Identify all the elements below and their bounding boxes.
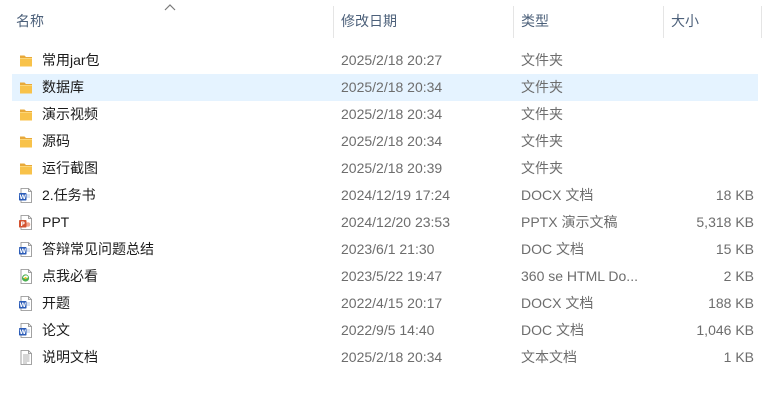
column-divider[interactable] <box>513 6 514 38</box>
file-name: 说明文档 <box>42 349 98 365</box>
file-size: 1,046 KB <box>696 322 754 338</box>
file-modified-date: 2023/6/1 21:30 <box>341 241 435 257</box>
word-doc-icon: W <box>19 296 32 311</box>
folder-icon <box>20 136 32 148</box>
file-type: DOC 文档 <box>521 322 584 338</box>
file-type: DOCX 文档 <box>521 295 594 311</box>
folder-icon <box>20 109 32 121</box>
file-size <box>664 128 754 155</box>
file-type: 文件夹 <box>521 79 563 95</box>
file-row[interactable]: 运行截图 2025/2/18 20:39 文件夹 <box>12 155 758 182</box>
svg-text:W: W <box>19 329 26 336</box>
file-size: 2 KB <box>723 268 754 284</box>
svg-text:W: W <box>19 248 26 255</box>
file-name: 常用jar包 <box>42 52 100 68</box>
word-doc-icon: W <box>19 242 32 257</box>
file-type: 文本文档 <box>521 349 577 365</box>
word-doc-icon: W <box>19 188 32 203</box>
svg-text:W: W <box>19 194 26 201</box>
svg-text:P: P <box>21 221 26 228</box>
word-doc-icon: W <box>19 323 32 338</box>
file-name: 2.任务书 <box>42 187 96 203</box>
file-type: PPTX 演示文稿 <box>521 214 618 230</box>
file-modified-date: 2025/2/18 20:39 <box>341 160 443 176</box>
file-row[interactable]: W 开题 2022/4/15 20:17 DOCX 文档 188 KB <box>12 290 758 317</box>
folder-icon <box>20 55 32 67</box>
file-modified-date: 2022/4/15 20:17 <box>341 295 443 311</box>
column-header-date[interactable]: 修改日期 <box>341 0 511 40</box>
file-name: 数据库 <box>42 79 84 95</box>
file-size: 5,318 KB <box>696 214 754 230</box>
file-row[interactable]: 数据库 2025/2/18 20:34 文件夹 <box>12 74 758 101</box>
file-type: DOCX 文档 <box>521 187 594 203</box>
file-size: 18 KB <box>715 187 754 203</box>
text-file-icon <box>20 350 32 365</box>
file-size <box>664 101 754 128</box>
file-modified-date: 2025/2/18 20:34 <box>341 106 443 122</box>
file-name: 答辩常见问题总结 <box>42 241 154 257</box>
file-size <box>664 74 754 101</box>
file-type: 文件夹 <box>521 52 563 68</box>
folder-icon <box>20 82 32 94</box>
file-size <box>664 155 754 182</box>
file-name: 源码 <box>42 133 70 149</box>
file-name: 运行截图 <box>42 160 98 176</box>
column-header-name[interactable]: 名称 <box>16 0 326 40</box>
file-size <box>664 47 754 74</box>
file-size: 15 KB <box>715 241 754 257</box>
powerpoint-icon: P <box>19 215 32 230</box>
file-row[interactable]: 点我必看 2023/5/22 19:47 360 se HTML Do... 2 KB <box>12 263 758 290</box>
file-name: 开题 <box>42 295 70 311</box>
column-divider[interactable] <box>761 6 762 38</box>
file-name: 论文 <box>42 322 70 338</box>
file-modified-date: 2023/5/22 19:47 <box>341 268 443 284</box>
html-file-icon <box>20 269 32 284</box>
file-modified-date: 2025/2/18 20:34 <box>341 133 443 149</box>
column-divider[interactable] <box>663 6 664 38</box>
file-row[interactable]: P PPT 2024/12/20 23:53 PPTX 演示文稿 5,318 KB <box>12 209 758 236</box>
file-row[interactable]: W 答辩常见问题总结 2023/6/1 21:30 DOC 文档 15 KB <box>12 236 758 263</box>
column-divider[interactable] <box>333 6 334 38</box>
column-header-size[interactable]: 大小 <box>671 0 771 40</box>
file-type: 文件夹 <box>521 133 563 149</box>
file-row[interactable]: 源码 2025/2/18 20:34 文件夹 <box>12 128 758 155</box>
file-modified-date: 2024/12/20 23:53 <box>341 214 450 230</box>
file-modified-date: 2024/12/19 17:24 <box>341 187 450 203</box>
file-size: 188 KB <box>708 295 754 311</box>
file-row[interactable]: 说明文档 2025/2/18 20:34 文本文档 1 KB <box>12 344 758 371</box>
file-modified-date: 2025/2/18 20:34 <box>341 79 443 95</box>
file-type: DOC 文档 <box>521 241 584 257</box>
file-modified-date: 2022/9/5 14:40 <box>341 322 435 338</box>
file-modified-date: 2025/2/18 20:27 <box>341 52 443 68</box>
file-name: 演示视频 <box>42 106 98 122</box>
file-row[interactable]: W 论文 2022/9/5 14:40 DOC 文档 1,046 KB <box>12 317 758 344</box>
file-size: 1 KB <box>723 349 754 365</box>
file-row[interactable]: W 2.任务书 2024/12/19 17:24 DOCX 文档 18 KB <box>12 182 758 209</box>
file-row[interactable]: 演示视频 2025/2/18 20:34 文件夹 <box>12 101 758 128</box>
file-row[interactable]: 常用jar包 2025/2/18 20:27 文件夹 <box>12 47 758 74</box>
file-name: 点我必看 <box>42 268 98 284</box>
column-header-bar: 名称 修改日期 类型 大小 <box>0 0 784 40</box>
file-name: PPT <box>42 214 70 230</box>
svg-text:W: W <box>19 302 26 309</box>
column-header-type[interactable]: 类型 <box>521 0 661 40</box>
folder-icon <box>20 163 32 175</box>
file-type: 文件夹 <box>521 160 563 176</box>
file-type: 360 se HTML Do... <box>521 268 638 284</box>
file-modified-date: 2025/2/18 20:34 <box>341 349 443 365</box>
file-type: 文件夹 <box>521 106 563 122</box>
